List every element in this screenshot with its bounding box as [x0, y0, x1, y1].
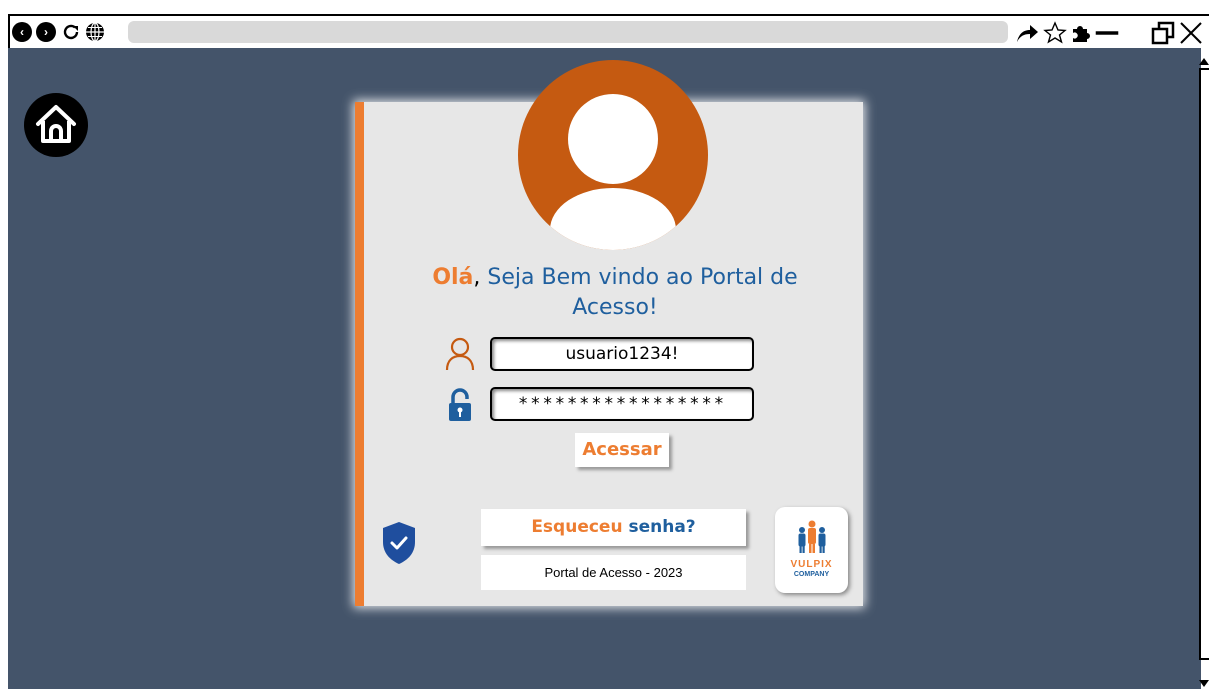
close-icon[interactable] — [1178, 20, 1204, 46]
shield-check-icon — [383, 522, 415, 564]
forward-arrow-icon[interactable]: › — [36, 22, 56, 42]
address-bar[interactable] — [128, 21, 1008, 43]
star-icon[interactable] — [1042, 20, 1068, 46]
reload-icon[interactable] — [60, 21, 82, 43]
team-people-icon — [798, 520, 826, 553]
globe-icon — [86, 22, 104, 42]
greeting-highlight: Olá — [432, 265, 474, 290]
footer-label: Portal de Acesso - 2023 — [481, 555, 746, 590]
lock-icon — [449, 388, 471, 421]
password-input[interactable]: ***************** — [490, 387, 754, 421]
login-button[interactable]: Acessar — [575, 433, 669, 467]
logo-subtitle: COMPANY — [793, 571, 830, 578]
forgot-label-part2: senha? — [622, 517, 696, 537]
card-accent-bar — [355, 102, 364, 606]
forgot-password-button[interactable]: Esqueceu senha? — [481, 509, 746, 546]
welcome-message: Olá, Seja Bem vindo ao Portal de Acesso! — [400, 263, 830, 323]
home-icon — [36, 105, 76, 143]
user-avatar-icon — [518, 60, 708, 250]
puzzle-icon[interactable] — [1068, 20, 1094, 46]
scroll-down-icon[interactable] — [1199, 679, 1209, 689]
logo-name: VULPIX — [790, 559, 833, 570]
greeting-text: Seja Bem vindo ao Portal de Acesso! — [480, 265, 798, 320]
scroll-up-icon[interactable] — [1199, 56, 1209, 66]
share-icon[interactable] — [1014, 20, 1040, 46]
restore-icon[interactable] — [1150, 20, 1176, 46]
minimize-icon[interactable] — [1094, 20, 1120, 46]
browser-toolbar: ‹ › — [8, 14, 1209, 48]
vertical-scrollbar[interactable] — [1199, 68, 1209, 660]
home-button[interactable] — [24, 93, 88, 157]
user-icon — [445, 337, 475, 371]
username-input[interactable]: usuario1234! — [490, 337, 754, 371]
company-logo: VULPIX COMPANY — [775, 507, 848, 593]
forgot-label-part1: Esqueceu — [531, 517, 623, 537]
back-arrow-icon[interactable]: ‹ — [12, 22, 32, 42]
